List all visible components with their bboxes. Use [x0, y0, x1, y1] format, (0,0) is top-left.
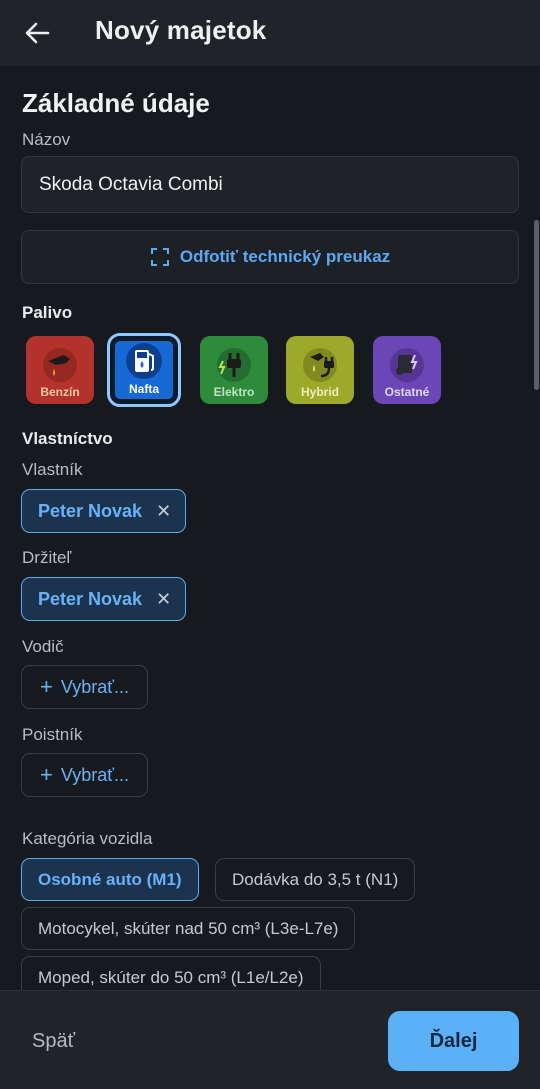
next-button[interactable]: Ďalej: [388, 1011, 519, 1071]
fuel-option-label: Ostatné: [384, 385, 430, 399]
category-option-label: Osobné auto (M1): [38, 869, 182, 889]
category-option-label: Motocykel, skúter nad 50 cm³ (L3e-L7e): [38, 918, 339, 938]
select-insurer-button[interactable]: + Vybrať...: [21, 753, 148, 797]
owner-label: Vlastník: [22, 460, 83, 479]
fuel-option-label: Elektro: [213, 385, 255, 399]
other-fuel-icon: [390, 348, 424, 382]
holder-chip[interactable]: Peter Novak ✕: [21, 577, 187, 621]
ownership-label: Vlastníctvo: [22, 429, 113, 448]
close-icon[interactable]: ✕: [156, 501, 171, 522]
holder-label: Držiteľ: [22, 548, 72, 567]
fuel-pump-icon: [126, 343, 162, 379]
app-bar: Nový majetok: [0, 0, 540, 66]
scrollbar[interactable]: [534, 220, 539, 390]
fuel-option-label: Benzín: [40, 385, 80, 399]
category-option-m1[interactable]: Osobné auto (M1): [21, 858, 199, 901]
name-input[interactable]: Skoda Octavia Combi: [21, 156, 519, 213]
arrow-left-icon: [25, 22, 50, 44]
scan-frame-icon: [150, 248, 169, 266]
holder-chip-label: Peter Novak: [38, 588, 143, 609]
fuel-nozzle-icon: [43, 348, 77, 382]
fuel-option-label: Hybrid: [300, 385, 339, 399]
select-insurer-label: Vybrať...: [60, 764, 129, 785]
page-title: Nový majetok: [95, 15, 267, 45]
close-icon[interactable]: ✕: [156, 589, 171, 610]
fuel-option-benzin[interactable]: Benzín: [26, 336, 94, 404]
fuel-option-label: Nafta: [128, 382, 159, 396]
fuel-option-elektro[interactable]: Elektro: [200, 336, 268, 404]
fuel-option-ostatne[interactable]: Ostatné: [373, 336, 441, 404]
scan-button-label: Odfotiť technický preukaz: [179, 247, 391, 266]
select-driver-label: Vybrať...: [60, 676, 129, 697]
section-title-basic: Základné údaje: [22, 88, 210, 118]
fuel-label: Palivo: [22, 303, 73, 322]
back-step-button[interactable]: Späť: [32, 1030, 75, 1053]
category-option-label: Moped, skúter do 50 cm³ (L1e/L2e): [38, 967, 304, 987]
hybrid-plug-icon: [303, 348, 337, 382]
insurer-label: Poistník: [22, 725, 83, 744]
category-option-n1[interactable]: Dodávka do 3,5 t (N1): [215, 858, 416, 901]
plug-icon: [217, 348, 251, 382]
next-button-label: Ďalej: [429, 1029, 478, 1052]
owner-chip-label: Peter Novak: [38, 500, 143, 521]
scan-registration-button[interactable]: Odfotiť technický preukaz: [21, 230, 519, 284]
name-label: Názov: [22, 130, 71, 149]
plus-icon: +: [40, 674, 53, 699]
plus-icon: +: [40, 762, 53, 787]
select-driver-button[interactable]: + Vybrať...: [21, 665, 148, 709]
back-button[interactable]: [18, 14, 56, 52]
fuel-option-nafta[interactable]: Nafta: [107, 333, 181, 407]
name-input-value: Skoda Octavia Combi: [39, 173, 223, 195]
fuel-option-hybrid[interactable]: Hybrid: [286, 336, 354, 404]
driver-label: Vodič: [22, 637, 64, 656]
category-option-l3e-l7e[interactable]: Motocykel, skúter nad 50 cm³ (L3e-L7e): [21, 907, 356, 950]
category-label: Kategória vozidla: [22, 829, 153, 848]
category-option-label: Dodávka do 3,5 t (N1): [232, 869, 399, 889]
owner-chip[interactable]: Peter Novak ✕: [21, 489, 187, 533]
